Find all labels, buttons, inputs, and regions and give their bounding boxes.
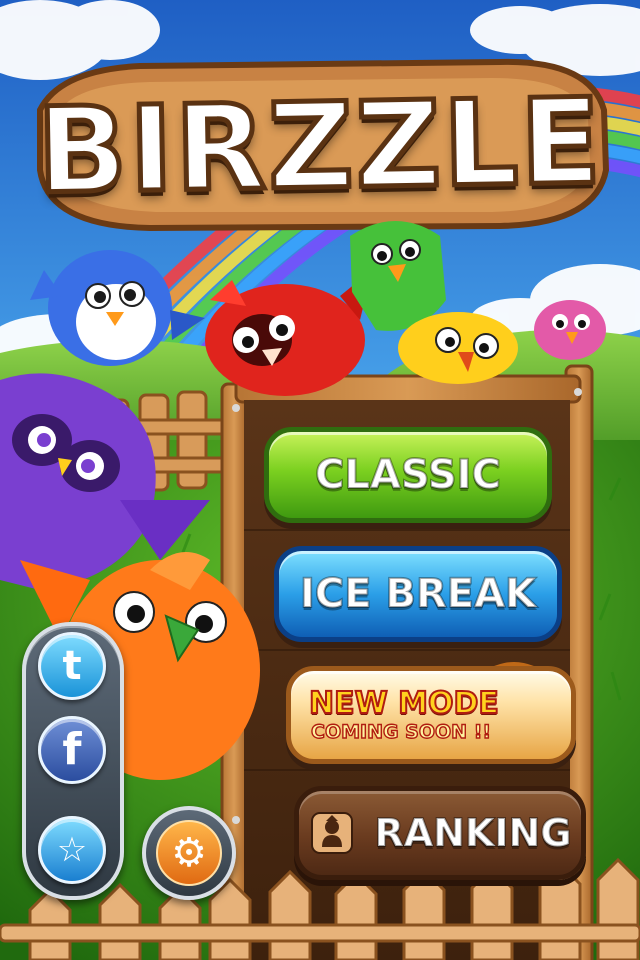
settings-button[interactable]: ⚙: [142, 806, 236, 900]
ice-break-mode-label: ICE BREAK: [299, 570, 537, 618]
facebook-button[interactable]: f: [38, 716, 106, 784]
pink-bird: [534, 300, 606, 360]
coming-soon-label: COMING SOON !!: [310, 720, 492, 743]
new-mode-text: NEW MODE COMING SOON !!: [308, 685, 500, 743]
game-scene: BIRZZLE CLASSIC ICE BREAK NEW MODE COMIN…: [0, 0, 640, 960]
new-mode-banner[interactable]: NEW MODE COMING SOON !!: [286, 666, 576, 764]
person-icon: [311, 812, 354, 854]
classic-mode-button[interactable]: CLASSIC: [264, 427, 552, 523]
twitter-button[interactable]: t: [38, 632, 106, 700]
ice-break-mode-button[interactable]: ICE BREAK: [274, 546, 562, 642]
twitter-icon: t: [62, 643, 82, 689]
classic-mode-label: CLASSIC: [314, 451, 502, 499]
star-icon: ☆: [56, 830, 88, 870]
ranking-label: RANKING: [373, 810, 572, 856]
title-board: BIRZZLE: [34, 62, 607, 230]
favorite-button[interactable]: ☆: [38, 816, 106, 884]
settings-inner: ⚙: [156, 820, 222, 886]
gear-icon: ⚙: [171, 830, 207, 876]
facebook-icon: f: [62, 724, 82, 775]
ranking-button[interactable]: RANKING: [294, 786, 586, 880]
game-title: BIRZZLE: [34, 70, 607, 223]
new-mode-title: NEW MODE: [308, 685, 500, 721]
